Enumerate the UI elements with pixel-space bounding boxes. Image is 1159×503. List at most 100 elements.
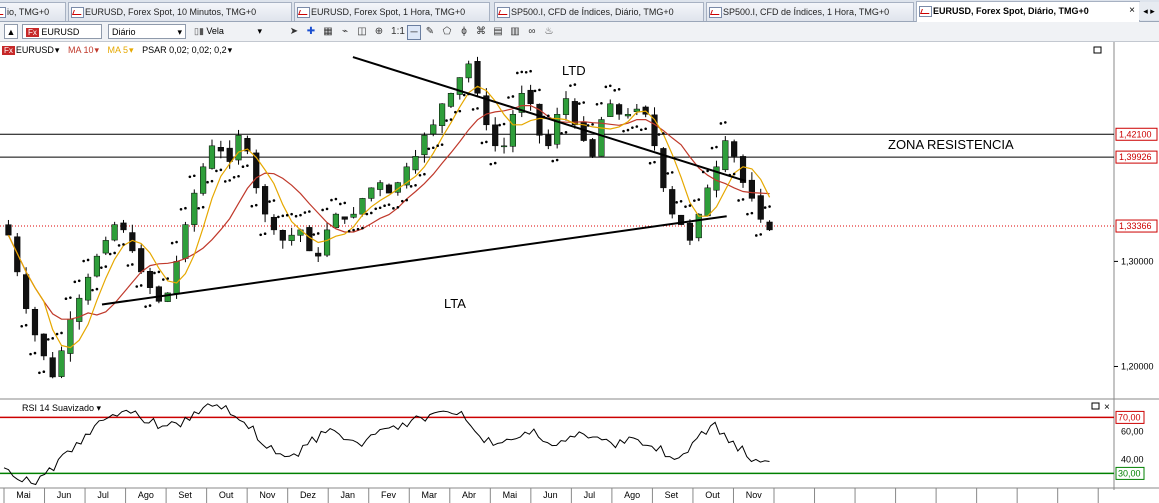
psar-dot [343,201,347,205]
psar-dot [679,199,683,203]
psar-dot [657,133,661,136]
rsi-label[interactable]: RSI 14 Suavizado ▾ [22,403,102,413]
month-label: Dez [300,490,317,500]
psar-dot [162,278,165,281]
maximize-pane-icon[interactable] [1093,46,1102,54]
psar-dot [431,146,435,150]
psar-dot [383,204,386,208]
psar-dot [591,123,594,126]
psar-dot [223,180,227,183]
psar-dot [20,324,24,328]
candle-body [377,182,384,190]
month-label: Ago [138,490,154,500]
psar-dot [613,89,616,92]
psar-dot [418,173,422,177]
maximize-rsi-icon[interactable] [1091,402,1100,410]
psar-dot [547,114,550,118]
psar-dot [471,108,475,111]
psar-dot [316,232,320,235]
psar-dot [555,158,559,162]
psar-dot [139,284,143,287]
candle-body [191,192,198,225]
ltd-trendline[interactable] [352,56,747,182]
psar-dot [701,170,705,174]
psar-dot [754,234,758,237]
psar-dot [126,264,130,267]
psar-dot [294,214,298,218]
psar-dot [82,259,85,263]
price-chart[interactable]: × LTD LTA ZONA RESISTENCIA 1,30000 1,20000 1… [0,0,1159,503]
psar-dot [250,204,254,208]
price-label: 1,42100 [1119,129,1152,139]
month-label: Ago [624,490,640,500]
psar-dot [91,288,94,292]
candle-body [704,187,711,217]
psar-dot [361,226,364,230]
psar-dot [148,304,152,307]
psar-dot [414,183,417,187]
psar-dot [662,132,665,135]
month-label: Jun [57,490,72,500]
psar-dot [100,266,103,269]
psar-dot [312,233,316,236]
candle-body [757,195,764,220]
rsi-tick-label: 40,00 [1121,454,1144,464]
candle-body [439,103,446,126]
psar-dot [476,107,479,110]
psar-dot [644,127,647,131]
psar-dot [737,199,740,202]
close-rsi-icon[interactable]: × [1104,402,1110,413]
psar-dot [117,244,121,247]
psar-dot [321,208,324,212]
psar-dot [635,125,639,128]
candle-body [102,240,109,254]
candle-body [155,286,162,302]
psar-dot [232,175,236,179]
psar-dot [303,211,307,214]
psar-dot [188,175,192,179]
month-label: Jul [97,490,109,500]
month-label: Fev [381,490,397,500]
candle-body [465,63,472,79]
psar-dot [485,140,488,144]
candle-body [84,276,92,301]
month-label: Jul [584,490,596,500]
psar-dot [719,122,723,125]
psar-dot [520,70,524,74]
psar-dot [768,205,771,208]
lta-trendline[interactable] [101,215,727,306]
psar-dot [423,172,426,176]
candle-body [368,187,375,199]
ltd-label: LTD [562,63,586,78]
psar-dot [516,71,519,75]
psar-dot [409,185,413,188]
psar-dot [122,243,125,246]
psar-dot [440,143,444,146]
psar-dot [135,285,139,288]
psar-dot [299,213,302,217]
candle-body [315,252,322,257]
candle-body [359,198,366,215]
psar-dot [569,84,572,87]
psar-dot [55,332,59,336]
psar-dot [427,147,431,151]
psar-dot [241,165,245,168]
psar-dot [42,370,46,374]
candle-body [430,124,437,135]
psar-dot [352,228,355,232]
psar-dot [684,205,687,208]
zona-resistencia-label: ZONA RESISTENCIA [888,137,1014,152]
psar-dot [356,227,360,231]
psar-dot [600,101,603,105]
psar-dot [46,338,50,341]
psar-dot [347,229,351,233]
psar-dot [330,198,333,202]
psar-dot [69,296,72,299]
candle-body [279,230,286,241]
lta-label: LTA [444,296,466,311]
candle-body [509,114,516,147]
candle-body [589,139,596,157]
psar-dot [33,351,37,355]
rsi-line [3,403,770,486]
psar-dot [524,70,528,74]
